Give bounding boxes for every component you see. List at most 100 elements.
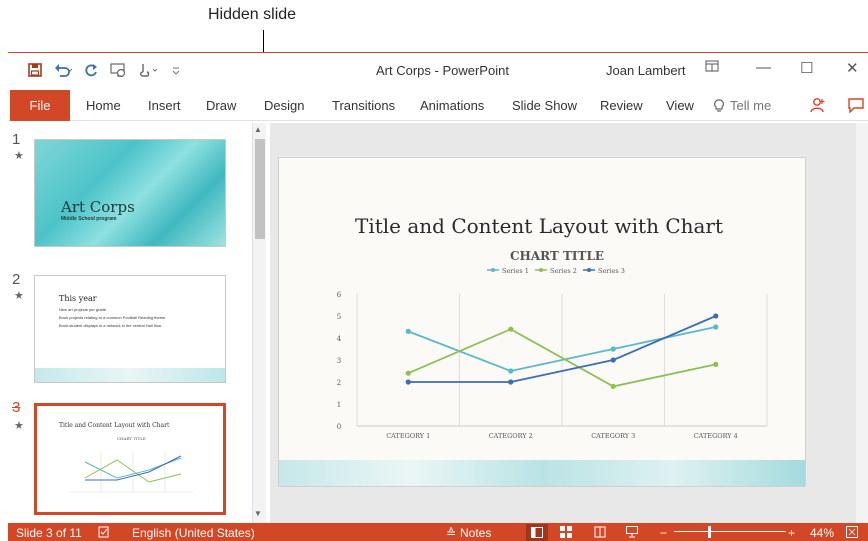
redo-icon[interactable] (84, 63, 98, 77)
tab-file[interactable]: File (10, 90, 70, 121)
x-tick-label: CATEGORY 4 (694, 432, 738, 440)
notes-button[interactable]: Notes (460, 526, 491, 540)
tab-animations[interactable]: Animations (420, 98, 484, 113)
spelling-check-icon[interactable] (98, 526, 110, 541)
minimize-button[interactable]: — (756, 59, 771, 76)
window-title: Art Corps - PowerPoint (376, 63, 509, 78)
slide-2-title: This year (59, 294, 97, 303)
current-slide-canvas[interactable]: Title and Content Layout with Chart CHAR… (278, 157, 806, 487)
slide-3-title: Title and Content Layout with Chart (59, 422, 170, 429)
x-tick-label: CATEGORY 3 (591, 432, 635, 440)
tab-slide-show[interactable]: Slide Show (512, 98, 577, 113)
normal-view-icon[interactable] (526, 524, 548, 541)
tab-home[interactable]: Home (86, 98, 121, 113)
scrollbar-thumb[interactable] (255, 139, 265, 239)
slide-1-background (35, 140, 225, 246)
tell-me-box[interactable]: Tell me (714, 98, 771, 113)
maximize-button[interactable]: ☐ (800, 59, 813, 77)
thumbnail-scrollbar[interactable]: ▲ ▼ (252, 123, 266, 523)
quick-access-toolbar (28, 63, 180, 77)
slide-2-bullet: New art projects per grade (59, 307, 107, 312)
legend-marker (491, 268, 495, 272)
data-point (405, 328, 411, 334)
tab-view[interactable]: View (666, 98, 694, 113)
animation-star-icon: ★ (14, 150, 24, 162)
animation-star-icon: ★ (14, 420, 24, 432)
ribbon-display-options-icon[interactable] (705, 59, 719, 76)
slide-2-bullet: Book projects relating to a common Footb… (59, 315, 166, 320)
close-button[interactable]: ✕ (846, 59, 859, 77)
zoom-slider-track[interactable] (674, 531, 786, 532)
lightbulb-icon (714, 98, 724, 112)
tell-me-label: Tell me (730, 98, 772, 113)
slide-3-mini-chart (69, 452, 193, 493)
slide-title[interactable]: Title and Content Layout with Chart (355, 214, 723, 238)
legend-entry: Series 3 (598, 267, 625, 275)
title-bar: Art Corps - PowerPoint Joan Lambert — ☐ … (8, 53, 868, 87)
tab-design[interactable]: Design (264, 98, 304, 113)
slide-show-icon[interactable] (626, 526, 638, 541)
hidden-slide-callout: Hidden slide (208, 6, 297, 23)
slide-1-subtitle: Middle School program (61, 216, 117, 222)
slide-thumbnail-1[interactable]: Art Corps Middle School program (34, 139, 226, 247)
language-indicator[interactable]: English (United States) (132, 526, 255, 540)
zoom-out-icon[interactable]: − (660, 526, 667, 540)
y-tick-label: 5 (337, 313, 341, 321)
comments-icon[interactable] (848, 97, 864, 118)
notes-icon[interactable]: ≙ (446, 526, 456, 540)
slide-count[interactable]: Slide 3 of 11 (16, 526, 82, 540)
slide-2-watercolor-band (35, 368, 225, 382)
touch-mode-icon[interactable] (138, 63, 160, 77)
reading-view-icon[interactable] (594, 526, 606, 541)
slide-2-bullet: Book student displays in a network in th… (59, 323, 162, 328)
customize-qat-icon[interactable] (172, 63, 180, 77)
data-point (508, 326, 514, 332)
save-icon[interactable] (28, 63, 42, 77)
legend-entry: Series 1 (502, 267, 529, 275)
data-point (713, 361, 719, 367)
y-tick-label: 6 (337, 291, 342, 299)
data-point (610, 346, 616, 352)
y-tick-label: 0 (337, 423, 341, 431)
signed-in-user[interactable]: Joan Lambert (606, 63, 686, 78)
tab-review[interactable]: Review (600, 98, 643, 113)
editing-scrollbar[interactable] (856, 123, 868, 523)
slide-number-1: 1 (12, 131, 21, 148)
y-tick-label: 3 (337, 357, 341, 365)
x-tick-label: CATEGORY 2 (489, 432, 533, 440)
line-chart[interactable]: CHART TITLE Series 1 Series 2 Series 3 0 1 2 3 4… (327, 248, 787, 448)
slide-number-2: 2 (12, 271, 21, 288)
data-point (405, 379, 411, 385)
data-point (405, 370, 411, 376)
zoom-level[interactable]: 44% (810, 526, 834, 540)
powerpoint-window: Art Corps - PowerPoint Joan Lambert — ☐ … (8, 52, 868, 541)
y-tick-label: 4 (337, 335, 342, 343)
data-point (508, 379, 514, 385)
slide-watercolor-band (279, 460, 805, 486)
tab-draw[interactable]: Draw (206, 98, 236, 113)
tab-insert[interactable]: Insert (148, 98, 181, 113)
y-tick-label: 1 (337, 401, 341, 409)
chart-title: CHART TITLE (510, 249, 604, 263)
ribbon-tabs: File Home Insert Draw Design Transitions… (8, 89, 868, 121)
slide-thumbnail-2[interactable]: This year New art projects per grade Boo… (34, 275, 226, 383)
scroll-down-arrow-icon[interactable]: ▼ (254, 509, 262, 518)
slide-editing-pane: Title and Content Layout with Chart CHAR… (270, 123, 868, 523)
undo-icon[interactable] (54, 63, 72, 77)
data-point (610, 383, 616, 389)
data-point (508, 368, 514, 374)
slide-sorter-icon[interactable] (560, 526, 572, 541)
slide-thumbnail-pane: 1 ★ Art Corps Middle School program 2 ★ … (8, 123, 270, 523)
zoom-slider-thumb[interactable] (708, 526, 711, 538)
legend-marker (539, 268, 543, 272)
share-icon[interactable] (810, 97, 826, 118)
zoom-in-icon[interactable]: + (788, 526, 795, 540)
slide-thumbnail-3-selected[interactable]: Title and Content Layout with Chart CHAR… (34, 403, 226, 515)
scroll-up-arrow-icon[interactable]: ▲ (254, 125, 262, 134)
y-tick-label: 2 (337, 379, 341, 387)
fit-to-window-icon[interactable] (846, 526, 858, 541)
start-from-beginning-icon[interactable] (110, 63, 126, 77)
tab-transitions[interactable]: Transitions (332, 98, 395, 113)
legend-entry: Series 2 (550, 267, 577, 275)
status-bar: Slide 3 of 11 English (United States) ≙ … (8, 523, 868, 541)
